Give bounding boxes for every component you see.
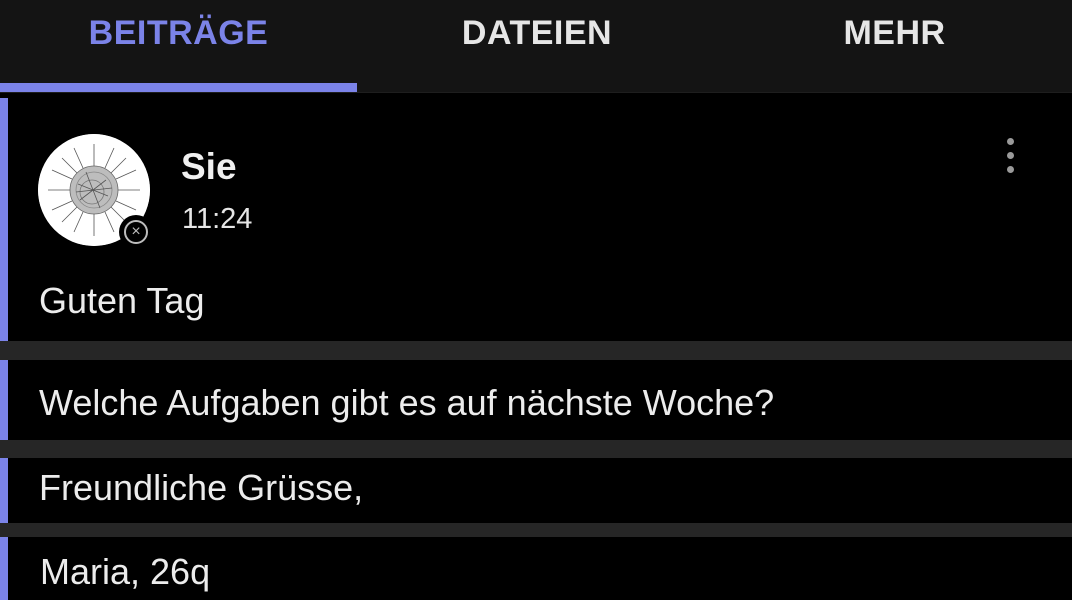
message-accent-bar (0, 98, 8, 341)
message-accent-bar (0, 458, 8, 523)
message-text: Guten Tag (39, 280, 205, 321)
message-item[interactable]: Welche Aufgaben gibt es auf nächste Woch… (0, 360, 1072, 440)
offline-x-icon: × (124, 220, 148, 244)
tab-mehr[interactable]: MEHR (717, 0, 1072, 92)
post-card[interactable]: × Sie 11:24 Guten Tag (0, 98, 1072, 341)
message-text: Freundliche Grüsse, (39, 467, 364, 508)
tab-beitraege[interactable]: BEITRÄGE (0, 0, 357, 92)
message-divider (0, 523, 1072, 537)
more-vertical-icon[interactable] (996, 136, 1026, 176)
post-time: 11:24 (182, 203, 253, 235)
message-text: Welche Aufgaben gibt es auf nächste Woch… (39, 382, 775, 423)
active-tab-indicator (0, 83, 357, 92)
status-badge: × (119, 215, 153, 249)
message-text: Maria, 26q (40, 551, 211, 592)
message-divider (0, 440, 1072, 458)
message-item[interactable]: Maria, 26q (0, 537, 1072, 600)
tab-dateien[interactable]: DATEIEN (357, 0, 717, 92)
message-item[interactable]: Freundliche Grüsse, (0, 458, 1072, 523)
message-accent-bar (0, 537, 8, 600)
message-accent-bar (0, 360, 8, 440)
post-author[interactable]: Sie (181, 146, 237, 188)
tab-bar: BEITRÄGE DATEIEN MEHR (0, 0, 1072, 93)
message-divider (0, 341, 1072, 360)
